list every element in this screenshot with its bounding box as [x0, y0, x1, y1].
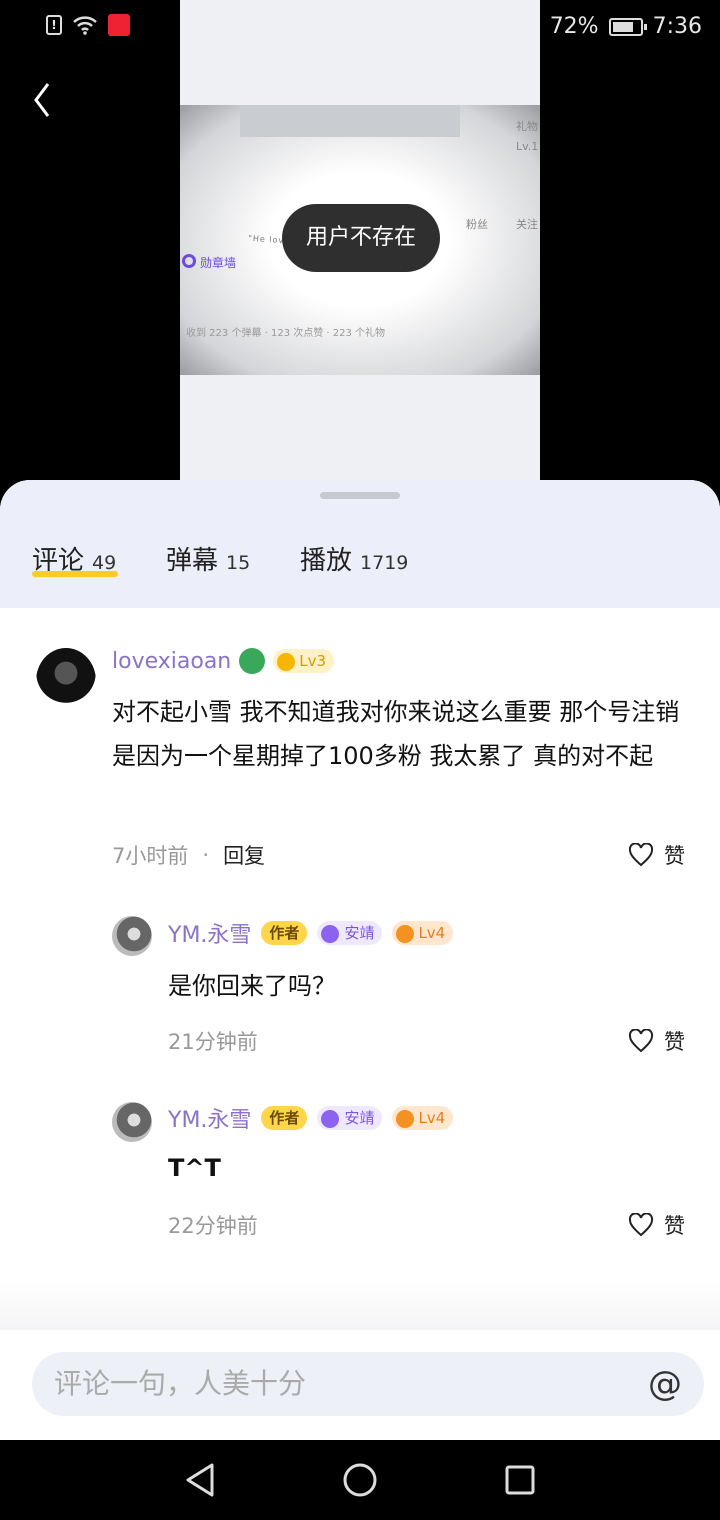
- user-not-exist-toast: 用户不存在: [282, 204, 440, 272]
- comment-input-bar: 评论一句，人美十分 @: [0, 1330, 720, 1440]
- heart-icon: [628, 1213, 654, 1237]
- heart-icon: [628, 1029, 654, 1053]
- level-icon: [396, 924, 415, 943]
- reply-avatar[interactable]: [112, 916, 152, 956]
- level-badge: Lv3: [273, 649, 335, 673]
- clock: 7:36: [652, 14, 702, 39]
- level-icon: [396, 1109, 415, 1128]
- tab-plays[interactable]: 播放 1719: [300, 540, 408, 577]
- reply-username[interactable]: YM.永雪: [168, 917, 251, 949]
- sim-alert-icon: !: [46, 15, 62, 35]
- medal-icon: [182, 254, 196, 268]
- list-fade: [0, 1280, 720, 1330]
- reply-header: YM.永雪 作者 安靖 Lv4: [168, 917, 454, 949]
- commenter-username[interactable]: lovexiaoan: [112, 649, 231, 674]
- heart-icon: [628, 843, 654, 867]
- reply-time: 21分钟前: [168, 1030, 258, 1054]
- battery-icon: [608, 17, 647, 36]
- video-level-label: Lv.1: [516, 140, 539, 153]
- gem-icon: [321, 924, 340, 943]
- gem-icon: [321, 1109, 340, 1128]
- meta-separator: ·: [202, 843, 210, 867]
- video-preview[interactable]: 礼物 Lv.1 粉丝 关注 "He loves you to as much a…: [180, 0, 540, 480]
- reply-time: 22分钟前: [168, 1214, 258, 1238]
- like-button[interactable]: 赞: [628, 1026, 685, 1056]
- level-badge: Lv4: [392, 1106, 454, 1130]
- reply-button[interactable]: 回复: [223, 840, 265, 870]
- nav-recents-icon[interactable]: [504, 1464, 536, 1496]
- reply-text: 是你回来了吗？: [168, 972, 336, 1000]
- video-fans-label: 粉丝: [466, 218, 488, 231]
- back-icon[interactable]: [28, 80, 58, 120]
- nav-home-icon[interactable]: [342, 1462, 378, 1498]
- comment-header: lovexiaoan Lv3: [112, 648, 335, 674]
- comments-sheet: 评论 49 弹幕 15 播放 1719 lovexiaoan Lv3 对不起小雪 我不…: [0, 480, 720, 1440]
- like-button[interactable]: 赞: [628, 840, 685, 870]
- nav-back-icon[interactable]: [184, 1462, 216, 1498]
- reply-avatar[interactable]: [112, 1102, 152, 1142]
- video-stats: 收到 223 个弹幕 · 123 次点赞 · 223 个礼物: [186, 328, 386, 339]
- active-tab-indicator: [32, 571, 118, 577]
- notification-app-icon: [108, 14, 130, 36]
- system-nav-bar: [0, 1440, 720, 1520]
- wifi-icon: [73, 16, 97, 35]
- drag-handle[interactable]: [320, 492, 400, 499]
- video-gift-label: 礼物: [516, 120, 538, 133]
- comment-input[interactable]: 评论一句，人美十分 @: [32, 1352, 704, 1416]
- mention-button[interactable]: @: [648, 1352, 682, 1416]
- reply-header: YM.永雪 作者 安靖 Lv4: [168, 1102, 454, 1134]
- level-badge: Lv4: [392, 921, 454, 945]
- reply-text: T^T: [168, 1154, 221, 1182]
- medal-wall-link: 勋章墙: [200, 256, 237, 270]
- battery-percent: 72%: [549, 14, 599, 39]
- tab-danmaku[interactable]: 弹幕 15: [166, 540, 250, 577]
- video-follow-label: 关注: [516, 218, 538, 231]
- comment-text: 对不起小雪 我不知道我对你来说这么重要 那个号注销是因为一个星期掉了100多粉 …: [112, 698, 680, 770]
- sprout-badge-icon: [239, 648, 266, 674]
- commenter-avatar[interactable]: [36, 648, 96, 714]
- level-icon: [277, 652, 296, 671]
- title-badge: 安靖: [317, 1106, 383, 1130]
- like-button[interactable]: 赞: [628, 1210, 685, 1240]
- reply-username[interactable]: YM.永雪: [168, 1102, 251, 1134]
- author-badge: 作者: [261, 1106, 308, 1130]
- title-badge: 安靖: [317, 921, 383, 945]
- comment-time: 7小时前: [112, 844, 189, 868]
- author-badge: 作者: [261, 921, 308, 945]
